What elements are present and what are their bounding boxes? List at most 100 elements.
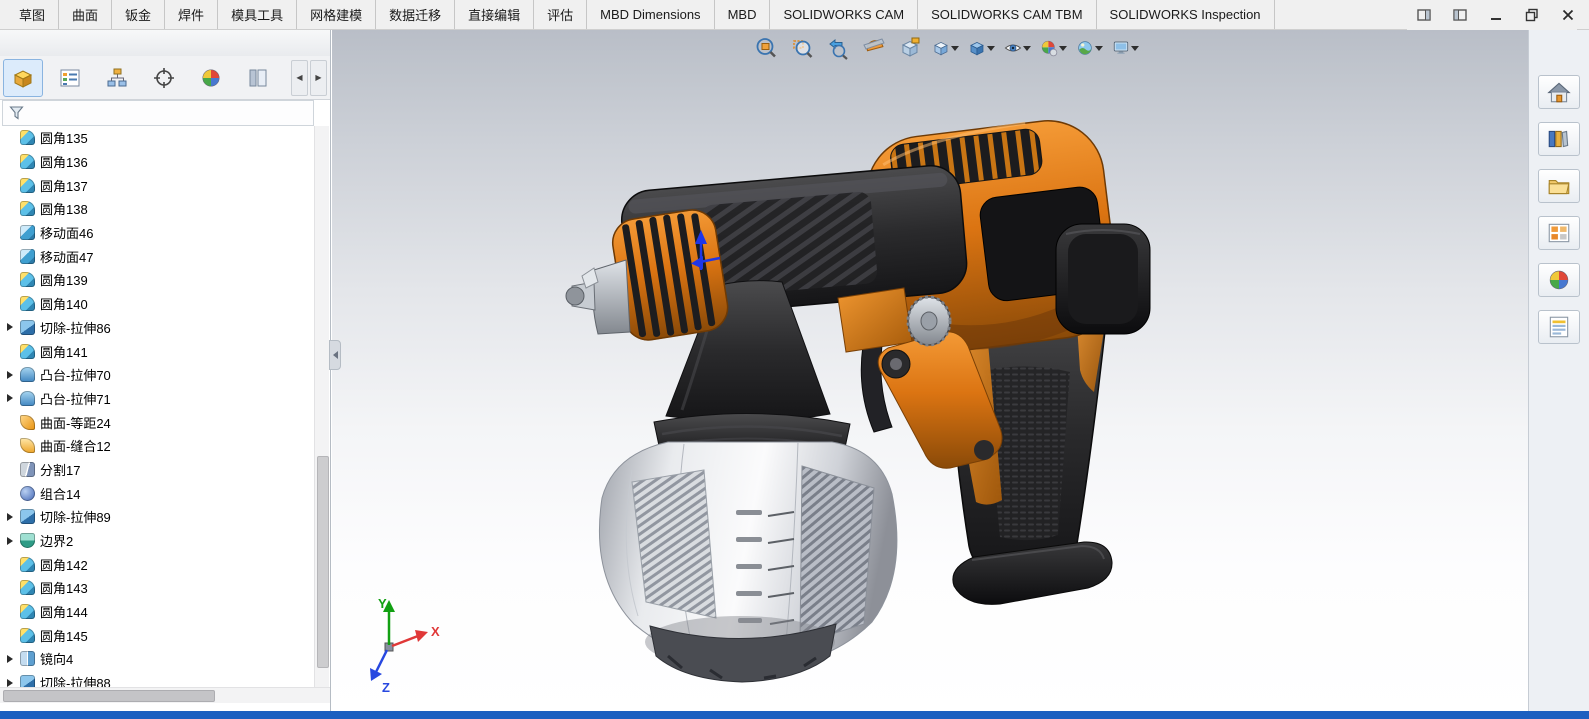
tree-item[interactable]: 圆角136 <box>2 150 314 174</box>
tree-vertical-scrollbar[interactable] <box>314 126 329 687</box>
display-manager-tab[interactable] <box>191 59 231 97</box>
panel-top-strip <box>0 30 330 57</box>
expand-arrow-icon[interactable] <box>7 394 17 402</box>
tree-item[interactable]: 组合14 <box>2 481 314 505</box>
panel-collapse-handle[interactable] <box>329 340 341 370</box>
expand-arrow-icon[interactable] <box>7 323 17 331</box>
dynamic-annotation-views-button[interactable] <box>896 34 923 61</box>
color-sphere-icon <box>199 66 223 90</box>
command-tab-label: SOLIDWORKS Inspection <box>1110 7 1261 22</box>
feature-icon <box>20 201 35 216</box>
expand-arrow-icon[interactable] <box>7 513 17 521</box>
command-tab[interactable]: SOLIDWORKS Inspection <box>1097 0 1275 29</box>
command-tab[interactable]: 直接编辑 <box>455 0 534 29</box>
manager-tabs-scroll-left[interactable]: ◀ <box>291 60 308 96</box>
list-lines-icon <box>58 66 82 90</box>
tree-hscroll-thumb[interactable] <box>3 690 215 702</box>
tree-item[interactable]: 圆角145 <box>2 623 314 647</box>
tree-item[interactable]: 圆角141 <box>2 339 314 363</box>
hide-show-items-button[interactable] <box>1004 34 1031 61</box>
property-manager-tab[interactable] <box>50 59 90 97</box>
tree-item[interactable]: 凸台-拉伸70 <box>2 363 314 387</box>
feature-label: 切除-拉伸86 <box>40 318 111 337</box>
file-explorer-button[interactable] <box>1538 169 1580 203</box>
view-palette-button[interactable] <box>1538 216 1580 250</box>
tree-item[interactable]: 圆角138 <box>2 197 314 221</box>
feature-icon <box>20 249 35 264</box>
minimize-icon[interactable] <box>1487 6 1505 24</box>
command-tab[interactable]: 钣金 <box>112 0 165 29</box>
display-style-button[interactable] <box>968 34 995 61</box>
tree-item[interactable]: 圆角139 <box>2 268 314 292</box>
tree-item[interactable]: 圆角144 <box>2 600 314 624</box>
extra-manager-tab[interactable] <box>238 59 278 97</box>
command-tab[interactable]: SOLIDWORKS CAM TBM <box>918 0 1096 29</box>
command-tab[interactable]: SOLIDWORKS CAM <box>770 0 918 29</box>
view-orientation-button[interactable] <box>932 34 959 61</box>
pane-right-icon[interactable] <box>1451 6 1469 24</box>
zoom-area-button[interactable] <box>788 34 815 61</box>
expand-arrow-icon[interactable] <box>7 537 17 545</box>
command-tab[interactable]: 网格建模 <box>297 0 376 29</box>
tree-vscroll-thumb[interactable] <box>317 456 329 668</box>
spray-gun-model[interactable]: Y X Z <box>332 30 1528 719</box>
tree-item[interactable]: 曲面-缝合12 <box>2 434 314 458</box>
command-manager-tabbar: 草图 曲面 钣金 焊件 模具工具 网格建模 数据迁移 直接编辑 评估 MBD D… <box>0 0 1589 30</box>
command-tab[interactable]: 评估 <box>534 0 587 29</box>
tree-item[interactable]: 切除-拉伸86 <box>2 316 314 340</box>
feature-icon <box>20 651 35 666</box>
graphics-viewport[interactable]: Y X Z <box>332 30 1528 719</box>
command-tab[interactable]: 数据迁移 <box>376 0 455 29</box>
restore-icon[interactable] <box>1523 6 1541 24</box>
feature-icon <box>20 320 35 335</box>
command-tab-label: 草图 <box>19 5 45 24</box>
command-tab[interactable]: MBD <box>715 0 771 29</box>
view-settings-button[interactable] <box>1112 34 1139 61</box>
design-library-button[interactable] <box>1538 122 1580 156</box>
appearances-button[interactable] <box>1538 263 1580 297</box>
pane-left-icon[interactable] <box>1415 6 1433 24</box>
edit-appearance-button[interactable] <box>1040 34 1067 61</box>
feature-icon <box>20 367 35 382</box>
custom-properties-icon <box>1546 314 1572 340</box>
tree-item[interactable]: 圆角137 <box>2 173 314 197</box>
tree-item[interactable]: 圆角142 <box>2 552 314 576</box>
command-tab[interactable]: 焊件 <box>165 0 218 29</box>
command-tab[interactable]: 模具工具 <box>218 0 297 29</box>
tree-filter-row <box>2 100 314 126</box>
expand-arrow-icon[interactable] <box>7 679 17 687</box>
tree-item[interactable]: 边界2 <box>2 529 314 553</box>
tree-item[interactable]: 圆角135 <box>2 126 314 150</box>
zoom-fit-button[interactable] <box>752 34 779 61</box>
tree-item[interactable]: 分割17 <box>2 458 314 482</box>
command-tab-label: 直接编辑 <box>468 5 520 24</box>
tree-item[interactable]: 移动面47 <box>2 244 314 268</box>
tree-item[interactable]: 切除-拉伸89 <box>2 505 314 529</box>
manager-tabs-scroll-right[interactable]: ▶ <box>310 60 327 96</box>
dimxpert-manager-tab[interactable] <box>144 59 184 97</box>
feature-icon <box>20 415 35 430</box>
apply-scene-button[interactable] <box>1076 34 1103 61</box>
feature-manager-tab[interactable] <box>3 59 43 97</box>
section-view-button[interactable] <box>860 34 887 61</box>
expand-arrow-icon[interactable] <box>7 371 17 379</box>
command-tab[interactable]: MBD Dimensions <box>587 0 714 29</box>
configuration-manager-tab[interactable] <box>97 59 137 97</box>
filter-funnel-icon[interactable] <box>8 104 26 122</box>
tree-item[interactable]: 镜向4 <box>2 647 314 671</box>
previous-view-button[interactable] <box>824 34 851 61</box>
tree-item[interactable]: 移动面46 <box>2 221 314 245</box>
tree-item[interactable]: 曲面-等距24 <box>2 410 314 434</box>
expand-arrow-icon[interactable] <box>7 655 17 663</box>
command-tab[interactable]: 曲面 <box>59 0 112 29</box>
tree-item[interactable]: 圆角140 <box>2 292 314 316</box>
tree-horizontal-scrollbar[interactable] <box>0 687 330 703</box>
resources-home-button[interactable] <box>1538 75 1580 109</box>
close-icon[interactable] <box>1559 6 1577 24</box>
tree-item[interactable]: 圆角143 <box>2 576 314 600</box>
tree-item[interactable]: 凸台-拉伸71 <box>2 387 314 411</box>
feature-label: 曲面-等距24 <box>40 413 111 432</box>
tree-item[interactable]: 切除-拉伸88 <box>2 671 314 687</box>
custom-properties-button[interactable] <box>1538 310 1580 344</box>
command-tab[interactable]: 草图 <box>6 0 59 29</box>
